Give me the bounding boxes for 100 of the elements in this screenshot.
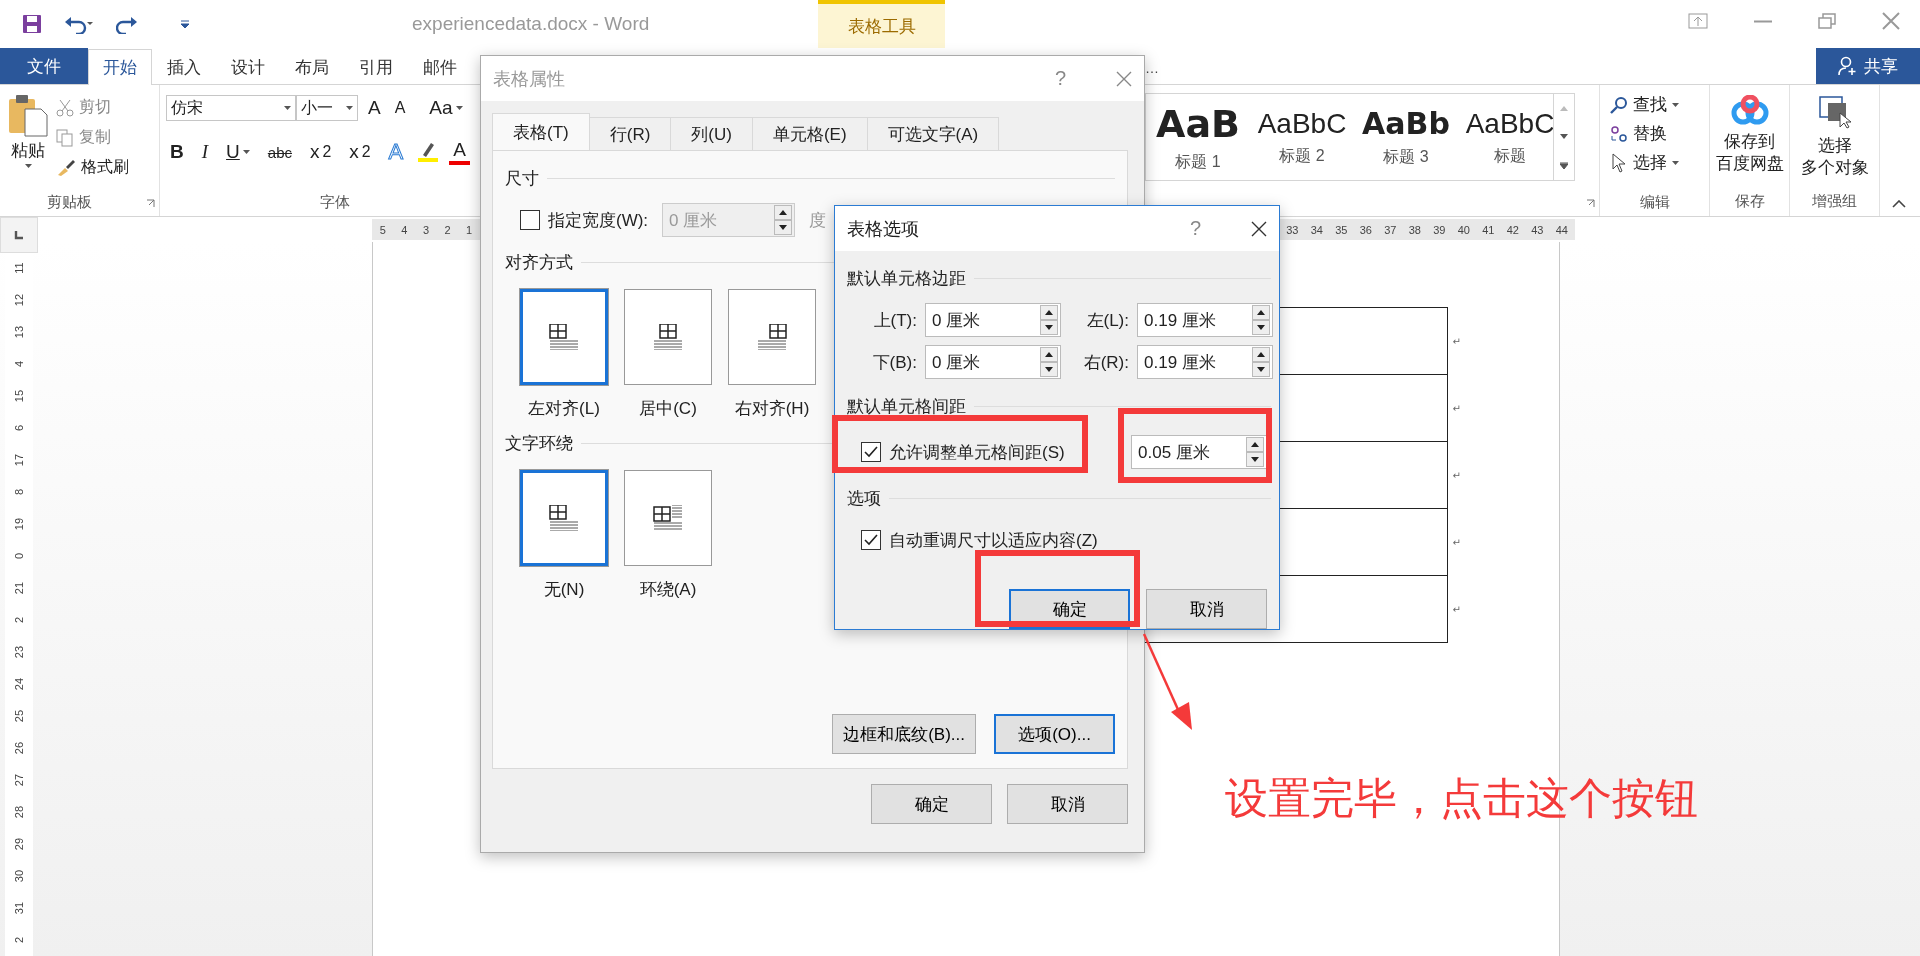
dialog-title: 表格属性 [493, 67, 566, 91]
redo-icon[interactable] [116, 14, 138, 34]
style-name[interactable]: 标题 2 [1279, 145, 1325, 167]
ribbon-display-icon[interactable] [1688, 13, 1708, 29]
help-button[interactable]: ? [1054, 67, 1066, 90]
option-label[interactable]: 环绕(A) [639, 578, 697, 601]
scroll-down-icon[interactable] [1560, 133, 1568, 139]
ribbon-tab[interactable]: 设计 [216, 50, 280, 84]
undo-icon[interactable] [64, 14, 94, 34]
button-label[interactable]: 百度网盘 [1715, 153, 1784, 175]
spin-arrows-icon[interactable] [1252, 347, 1270, 377]
margin-field[interactable]: 0.19 厘米 [1137, 303, 1273, 337]
strikethrough-button[interactable]: abc [263, 143, 296, 161]
ok-button[interactable]: 确定 [871, 784, 992, 824]
ruler-number: 19 [13, 517, 25, 531]
ruler-number: 35 [1334, 223, 1349, 236]
find-button[interactable]: 查找 [1610, 93, 1709, 116]
cut-button[interactable]: 剪切 [56, 97, 129, 118]
tab-overflow[interactable]: … [1145, 60, 1159, 76]
checkbox-label[interactable]: 指定宽度(W): [548, 208, 649, 232]
spin-arrows-icon[interactable] [1252, 305, 1270, 335]
alignment-option[interactable] [728, 289, 816, 385]
style-name[interactable]: 标题 1 [1175, 151, 1221, 173]
group-label: 增强组 [1811, 191, 1858, 211]
checkbox[interactable] [861, 530, 881, 550]
wrapping-option[interactable] [624, 470, 712, 566]
cancel-button[interactable]: 取消 [1007, 784, 1128, 824]
select-objects-icon[interactable] [1817, 95, 1852, 129]
cloud-icon[interactable] [1730, 95, 1769, 125]
close-icon[interactable] [1251, 220, 1267, 237]
option-label[interactable]: 左对齐(L) [528, 397, 600, 420]
option-label[interactable]: 居中(C) [639, 397, 697, 420]
checkbox-label[interactable]: 自动重调尺寸以适应内容(Z) [889, 528, 1098, 552]
copy-button[interactable]: 复制 [56, 127, 129, 148]
ruler-number: 4 [13, 360, 25, 368]
margin-field[interactable]: 0.19 厘米 [1137, 345, 1273, 379]
underline-button[interactable]: U [222, 141, 254, 163]
button-label[interactable]: 保存到 [1724, 131, 1775, 153]
font-size-field[interactable]: 小一 [296, 95, 358, 121]
shrink-font-button[interactable]: A [390, 99, 410, 117]
gallery-more-icon[interactable] [1560, 161, 1568, 169]
button-label[interactable]: 多个对象 [1800, 157, 1869, 179]
minimize-icon[interactable] [1754, 19, 1772, 23]
checkbox-label[interactable]: 允许调整单元格间距(S) [889, 440, 1065, 464]
margin-field[interactable]: 0 厘米 [925, 303, 1061, 337]
checkbox[interactable] [861, 442, 881, 462]
style-preview[interactable]: AaBb [1362, 106, 1450, 141]
cancel-button[interactable]: 取消 [1146, 589, 1267, 629]
format-painter-button[interactable]: 格式刷 [56, 157, 129, 178]
save-icon[interactable] [22, 14, 42, 34]
spin-arrows-icon[interactable] [1040, 305, 1058, 335]
select-button[interactable]: 选择 [1610, 151, 1709, 174]
cursor-icon [1610, 152, 1628, 173]
font-name-field[interactable]: 仿宋 [166, 95, 296, 121]
ribbon-tab[interactable]: 布局 [280, 50, 344, 84]
dialog-tab[interactable]: 表格(T) [492, 113, 590, 150]
grow-font-button[interactable]: A [364, 97, 385, 119]
highlighter-icon[interactable] [417, 141, 440, 163]
style-name[interactable]: 标题 [1494, 145, 1526, 167]
dialog-button[interactable]: 边框和底纹(B)... [832, 714, 976, 754]
dialog-button[interactable]: 选项(O)... [994, 714, 1115, 754]
style-name[interactable]: 标题 3 [1383, 147, 1429, 168]
button-label[interactable]: 选择 [1817, 135, 1852, 157]
help-button[interactable]: ? [1189, 217, 1201, 240]
paste-label[interactable]: 粘贴 [11, 139, 45, 162]
tab-selector[interactable] [0, 217, 38, 253]
option-label[interactable]: 右对齐(H) [734, 397, 810, 420]
style-preview[interactable]: AaBbC [1465, 107, 1555, 140]
wrapping-option[interactable] [520, 470, 608, 566]
ribbon-tab[interactable]: 文件 [0, 48, 88, 84]
ribbon-tab[interactable]: 插入 [152, 50, 216, 84]
spin-arrows-icon[interactable] [1040, 347, 1058, 377]
replace-button[interactable]: 替换 [1610, 122, 1709, 145]
ribbon-tab[interactable]: 引用 [344, 50, 408, 84]
section-heading: 选项 [847, 487, 881, 510]
ruler-number: 4 [400, 223, 409, 236]
clipboard-icon[interactable] [7, 93, 49, 137]
dialog-tab[interactable]: 可选文字(A) [866, 117, 1000, 150]
ribbon-tab[interactable]: 开始 [88, 49, 152, 85]
dialog-launcher-icon[interactable] [146, 199, 155, 208]
share-button[interactable]: 共享 [1816, 48, 1920, 84]
checkbox[interactable] [520, 210, 540, 230]
spin-arrows-icon[interactable] [1246, 437, 1264, 467]
italic-button[interactable]: I [197, 141, 213, 163]
alignment-option[interactable] [520, 289, 608, 385]
ribbon-tab[interactable]: 邮件 [408, 50, 472, 84]
change-case-button[interactable]: Aa [425, 97, 467, 119]
restore-icon[interactable] [1818, 13, 1836, 29]
spacing-field[interactable]: 0.05 厘米 [1131, 435, 1267, 469]
dialog-launcher-icon[interactable] [1586, 199, 1595, 208]
bold-button[interactable]: B [166, 141, 188, 163]
ruler-number: 15 [13, 389, 25, 403]
font-color-button[interactable]: A [449, 139, 470, 165]
style-preview[interactable]: AaBbC [1257, 107, 1347, 140]
option-label[interactable]: 无(N) [543, 578, 585, 601]
customize-toolbar-icon[interactable] [180, 19, 190, 29]
alignment-option[interactable] [624, 289, 712, 385]
collapse-ribbon-icon[interactable] [1892, 200, 1906, 208]
style-preview[interactable]: AaB [1156, 101, 1240, 146]
margin-field[interactable]: 0 厘米 [925, 345, 1061, 379]
